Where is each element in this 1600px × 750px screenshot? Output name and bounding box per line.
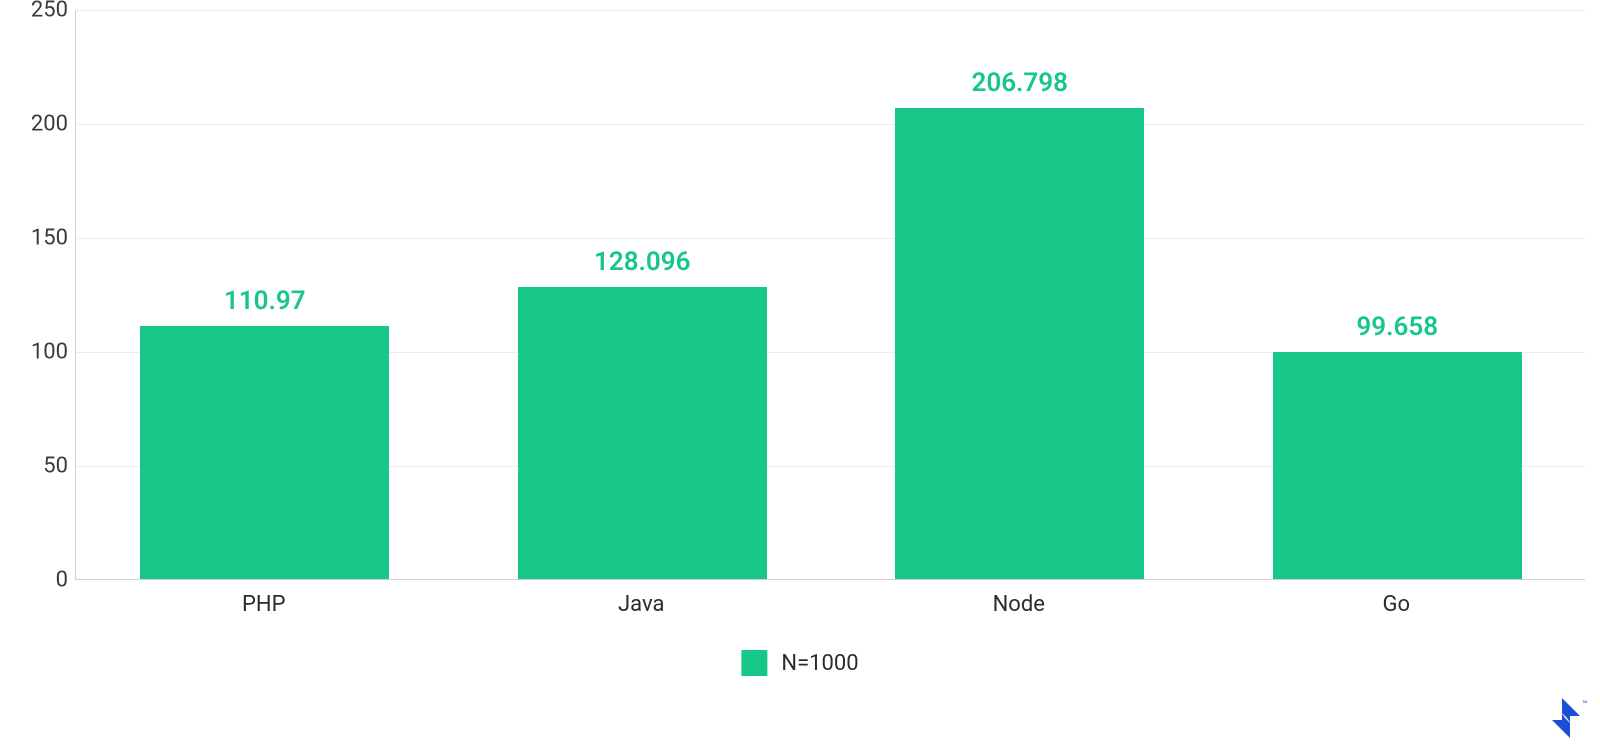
x-axis-tick: Java [618,592,664,617]
y-axis-tick: 150 [8,226,68,251]
legend-swatch [741,650,767,676]
x-axis-tick: Node [993,592,1045,617]
bar: 206.798 [895,108,1144,579]
bar-value-label: 128.096 [518,247,767,277]
y-axis-tick: 200 [8,112,68,137]
y-axis-tick: 50 [8,454,68,479]
legend-label: N=1000 [781,651,858,676]
x-axis-tick: PHP [242,592,285,617]
bar-value-label: 206.798 [895,68,1144,98]
logo-icon [1552,698,1580,738]
bar: 128.096 [518,287,767,579]
gridline [76,124,1585,125]
bar-value-label: 99.658 [1273,312,1522,342]
bar-value-label: 110.97 [140,286,389,316]
x-axis-tick: Go [1382,592,1410,617]
gridline [76,10,1585,11]
legend: N=1000 [741,650,858,676]
toptal-logo: ™ [1552,698,1592,742]
bar-chart: 110.97 128.096 206.798 99.658 0 50 100 150 200 2… [0,0,1600,750]
y-axis-tick: 250 [8,0,68,23]
y-axis-tick: 100 [8,340,68,365]
gridline [76,238,1585,239]
bar: 99.658 [1273,352,1522,579]
bar: 110.97 [140,326,389,579]
y-axis-tick: 0 [8,568,68,593]
plot-area: 110.97 128.096 206.798 99.658 [75,10,1585,580]
trademark-symbol: ™ [1582,700,1588,710]
